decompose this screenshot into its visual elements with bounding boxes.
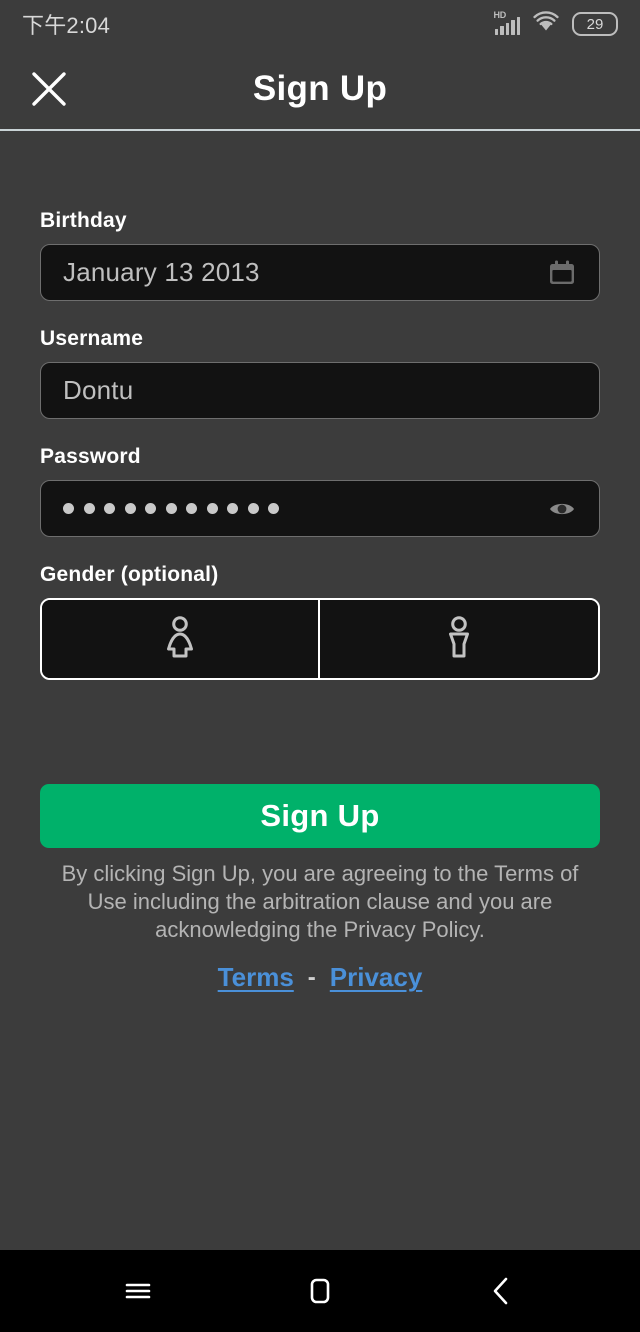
male-figure-icon	[439, 613, 479, 666]
signup-button-label: Sign Up	[260, 798, 380, 833]
calendar-icon[interactable]	[545, 256, 579, 290]
back-chevron-icon[interactable]	[436, 1250, 568, 1332]
privacy-link[interactable]: Privacy	[330, 962, 423, 993]
username-label: Username	[40, 327, 144, 350]
recents-menu-icon[interactable]	[72, 1250, 204, 1332]
gender-selector	[40, 598, 600, 680]
status-bar-icons: HD 29	[493, 10, 618, 38]
signup-button[interactable]: Sign Up	[40, 784, 600, 848]
birthday-value: January 13 2013	[63, 257, 260, 287]
username-field-group: Username Dontu	[40, 327, 600, 419]
page-title: Sign Up	[252, 68, 388, 108]
female-figure-icon	[160, 613, 200, 666]
status-bar-time: 下午2:04	[22, 13, 111, 38]
hd-label: HD	[493, 10, 507, 20]
gender-label: Gender (optional)	[40, 563, 219, 586]
password-input[interactable]	[40, 480, 600, 537]
eye-icon[interactable]	[545, 492, 579, 526]
gender-field-group: Gender (optional)	[40, 563, 600, 680]
password-label: Password	[40, 445, 141, 468]
password-field-group: Password	[40, 445, 600, 537]
close-icon[interactable]	[26, 66, 72, 112]
birthday-field-group: Birthday January 13 2013	[40, 209, 600, 301]
legal-links: Terms - Privacy	[40, 962, 600, 993]
cellular-signal-icon: HD	[493, 10, 520, 35]
username-input[interactable]: Dontu	[40, 362, 600, 419]
gender-option-male[interactable]	[320, 600, 598, 678]
battery-icon: 29	[572, 12, 618, 36]
battery-level: 29	[586, 15, 604, 33]
terms-disclaimer-text: By clicking Sign Up, you are agreeing to…	[61, 861, 579, 943]
terms-link[interactable]: Terms	[218, 962, 294, 993]
header-bar: Sign Up	[0, 48, 640, 131]
android-navigation-bar	[0, 1250, 640, 1332]
birthday-input[interactable]: January 13 2013	[40, 244, 600, 301]
username-value: Dontu	[63, 375, 134, 405]
wifi-icon	[533, 10, 559, 38]
gender-option-female[interactable]	[42, 600, 320, 678]
home-icon[interactable]	[254, 1250, 386, 1332]
signup-form: Birthday January 13 2013 Username Dontu	[0, 131, 640, 1250]
sign-up-screen: 下午2:04 HD 29 Sign Up Birthday January 13…	[0, 0, 640, 1332]
link-separator: -	[307, 963, 316, 991]
birthday-label: Birthday	[40, 209, 127, 232]
password-masked-value	[63, 503, 279, 514]
status-bar: 下午2:04 HD 29	[0, 0, 640, 48]
